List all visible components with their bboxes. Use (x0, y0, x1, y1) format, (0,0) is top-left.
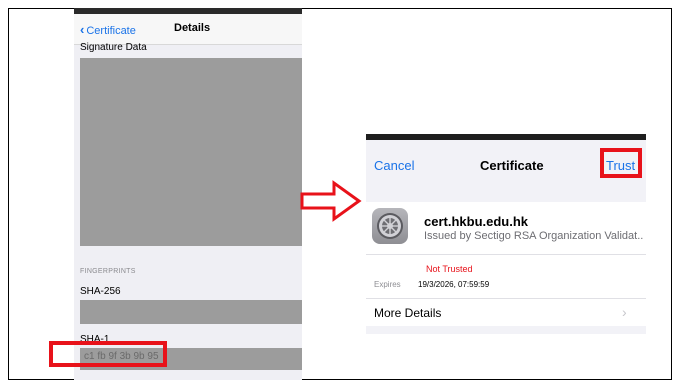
chevron-left-icon: ‹ (80, 22, 85, 37)
certificate-details-screen: ‹ Certificate Details Signature Data FING… (74, 8, 302, 380)
fingerprints-header: FINGERPRINTS (80, 268, 136, 275)
expires-value: 19/3/2026, 07:59:59 (418, 280, 490, 289)
trust-status: Not Trusted (426, 264, 473, 274)
settings-gear-icon (372, 208, 408, 244)
page-title: Details (174, 22, 211, 34)
arrow-right-icon (300, 180, 362, 222)
back-button-label: Certificate (86, 25, 136, 37)
signature-data-label: Signature Data (80, 42, 147, 53)
sha1-highlight-box (49, 341, 167, 367)
certificate-card: cert.hkbu.edu.hk Issued by Sectigo RSA O… (366, 202, 646, 326)
expires-label: Expires (374, 280, 401, 289)
sha256-value-redacted (80, 300, 302, 324)
certificate-issuer: Issued by Sectigo RSA Organization Valid… (424, 230, 644, 242)
signature-data-redacted (80, 58, 302, 246)
navigation-bar: ‹ Certificate Details (74, 14, 302, 45)
sha256-label: SHA-256 (80, 286, 121, 297)
chevron-right-icon: › (622, 304, 627, 320)
certificate-name: cert.hkbu.edu.hk (424, 214, 529, 229)
cancel-button[interactable]: Cancel (374, 158, 414, 173)
divider (366, 298, 646, 299)
divider (366, 254, 646, 255)
sheet-title: Certificate (480, 158, 544, 173)
more-details-button[interactable]: More Details (374, 306, 441, 320)
trust-highlight-box (600, 148, 642, 178)
back-button[interactable]: ‹ Certificate (80, 22, 136, 37)
